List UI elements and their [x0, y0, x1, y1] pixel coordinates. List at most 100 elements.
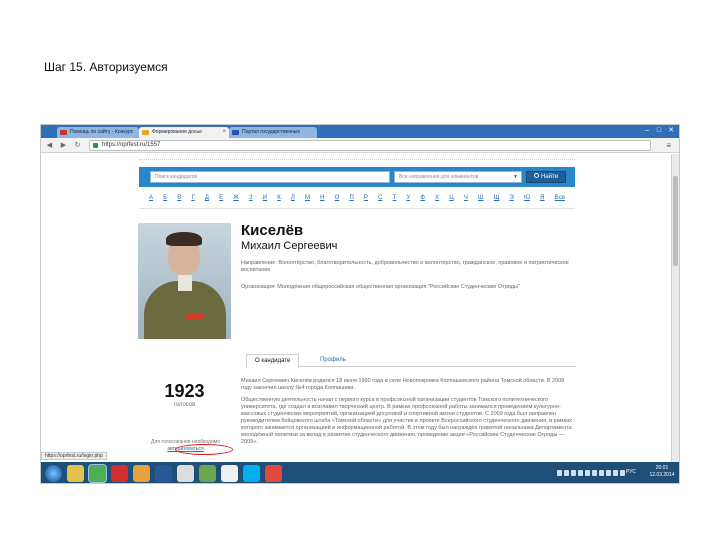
opera-icon[interactable] — [111, 465, 128, 482]
tray-icon[interactable] — [599, 470, 604, 476]
alphabet-letter[interactable]: Ц — [449, 195, 453, 205]
notepad-icon[interactable] — [177, 465, 194, 482]
close-icon[interactable]: × — [222, 127, 226, 138]
tab-help[interactable]: Помощь по сайту - Конкурс — [57, 127, 139, 138]
bio-paragraph: Михаил Сергеевич Киселёв родился 18 июня… — [241, 378, 565, 391]
tray-icon[interactable] — [592, 470, 597, 476]
word-icon[interactable] — [155, 465, 172, 482]
alphabet-letter[interactable]: В — [177, 195, 181, 205]
alphabet-letter[interactable]: С — [378, 195, 382, 205]
keyboard-language[interactable]: РУС — [626, 469, 636, 475]
vertical-scrollbar[interactable] — [671, 154, 679, 473]
alphabet-filter: А Б В Г Д Е Ж З И К Л М Н О П Р С Т У Ф Х Ц Ч Ш Щ Э Ю Я Все — [149, 195, 565, 205]
tray-icon[interactable] — [620, 470, 625, 476]
alphabet-letter[interactable]: Ч — [464, 195, 468, 205]
tray-icon[interactable] — [564, 470, 569, 476]
tab-profile[interactable]: Профиль — [312, 354, 354, 368]
alphabet-letter[interactable]: Г — [191, 195, 194, 205]
tray-icon[interactable] — [606, 470, 611, 476]
search-input[interactable]: Поиск кандидатов — [150, 171, 390, 183]
chevron-down-icon: ▼ — [513, 174, 518, 180]
start-button[interactable] — [45, 465, 62, 482]
stats-icon[interactable] — [199, 465, 216, 482]
alphabet-letter[interactable]: К — [277, 195, 281, 205]
alphabet-letter[interactable]: Я — [540, 195, 544, 205]
candidate-direction: Направление: Волонтёрство, благотворител… — [241, 260, 571, 274]
tab-gosuslugi[interactable]: Портал государственных — [229, 127, 317, 138]
alphabet-letter[interactable]: Е — [219, 195, 223, 205]
address-url: https://oprfest.ru/1557 — [102, 142, 161, 148]
vote-count: 1923 — [164, 381, 205, 401]
candidate-name: Михаил Сергеевич — [241, 240, 338, 252]
scrollbar-thumb[interactable] — [673, 176, 678, 266]
forward-arrow-icon[interactable]: ▶ — [58, 140, 69, 151]
alphabet-letter[interactable]: Б — [163, 195, 167, 205]
slide-title: Шаг 15. Авторизуемся — [44, 60, 168, 74]
clock-time: 20:01 — [655, 465, 669, 471]
pdf-icon[interactable] — [265, 465, 282, 482]
alphabet-letter[interactable]: М — [305, 195, 310, 205]
alphabet-letter[interactable]: Ж — [233, 195, 239, 205]
alphabet-letter[interactable]: Л — [291, 195, 295, 205]
alphabet-letter[interactable]: Х — [435, 195, 439, 205]
media-icon[interactable] — [133, 465, 150, 482]
alphabet-letter[interactable]: З — [249, 195, 253, 205]
profile-tabs: О кандидате Профиль — [246, 352, 576, 368]
alphabet-letter[interactable]: Р — [364, 195, 368, 205]
alphabet-letter[interactable]: Все — [555, 195, 565, 205]
alphabet-letter[interactable]: Ю — [524, 195, 530, 205]
organization-value: Молодёжная общероссийская общественная о… — [277, 284, 520, 290]
maximize-icon[interactable]: □ — [653, 127, 665, 134]
highlight-oval — [175, 444, 233, 455]
favicon-icon — [232, 130, 239, 135]
browser-screenshot: Помощь по сайту - Конкурс Формирование д… — [40, 124, 680, 484]
tab-about-candidate[interactable]: О кандидате — [246, 354, 300, 368]
alphabet-letter[interactable]: Ф — [420, 195, 425, 205]
chrome-icon[interactable] — [89, 465, 106, 482]
tray-icon[interactable] — [571, 470, 576, 476]
tray-icon[interactable] — [578, 470, 583, 476]
minimize-icon[interactable]: – — [641, 127, 653, 134]
alphabet-letter[interactable]: У — [406, 195, 410, 205]
tray-icon[interactable] — [557, 470, 562, 476]
taskbar: РУС 20:01 12.03.2014 — [41, 462, 679, 483]
direction-select-value: Все направления для номинантов — [399, 174, 479, 180]
direction-select[interactable]: Все направления для номинантов ▼ — [394, 171, 522, 183]
tab-label: Помощь по сайту - Конкурс — [70, 129, 134, 135]
calc-icon[interactable] — [221, 465, 238, 482]
explorer-icon[interactable] — [67, 465, 84, 482]
tab-strip: Помощь по сайту - Конкурс Формирование д… — [41, 125, 679, 138]
alphabet-letter[interactable]: Э — [509, 195, 513, 205]
clock-date: 12.03.2014 — [649, 472, 675, 478]
tab-label: Портал государственных — [242, 129, 300, 135]
favicon-icon — [142, 130, 149, 135]
menu-icon[interactable]: ≡ — [666, 140, 671, 151]
tab-label: Формирование досье — [152, 129, 202, 135]
alphabet-letter[interactable]: И — [263, 195, 267, 205]
alphabet-letter[interactable]: Ш — [478, 195, 484, 205]
reload-icon[interactable]: ↻ — [72, 140, 83, 151]
alphabet-letter[interactable]: Д — [205, 195, 209, 205]
alphabet-letter[interactable]: О — [335, 195, 340, 205]
close-window-icon[interactable]: ✕ — [665, 126, 677, 134]
top-divider — [139, 154, 575, 160]
skype-icon[interactable] — [243, 465, 260, 482]
address-bar[interactable]: https://oprfest.ru/1557 — [89, 140, 651, 151]
alphabet-letter[interactable]: П — [349, 195, 353, 205]
tray-icon[interactable] — [613, 470, 618, 476]
clock[interactable]: 20:01 12.03.2014 — [645, 465, 679, 479]
search-button-label: Найти — [540, 174, 559, 180]
search-bar: Поиск кандидатов Все направления для ном… — [139, 167, 575, 187]
candidate-photo — [138, 223, 231, 339]
alphabet-letter[interactable]: Н — [320, 195, 324, 205]
bio-paragraph: Общественную деятельность начал с первог… — [241, 397, 572, 445]
search-button[interactable]: Найти — [526, 171, 566, 183]
tray-icon[interactable] — [585, 470, 590, 476]
tab-dossier[interactable]: Формирование досье × — [139, 127, 229, 138]
search-icon — [533, 173, 539, 178]
alphabet-letter[interactable]: Т — [393, 195, 397, 205]
nav-bar: ◀ ▶ ↻ https://oprfest.ru/1557 ≡ — [41, 138, 679, 153]
back-arrow-icon[interactable]: ◀ — [44, 140, 55, 151]
alphabet-letter[interactable]: Щ — [494, 195, 500, 205]
alphabet-letter[interactable]: А — [149, 195, 153, 205]
